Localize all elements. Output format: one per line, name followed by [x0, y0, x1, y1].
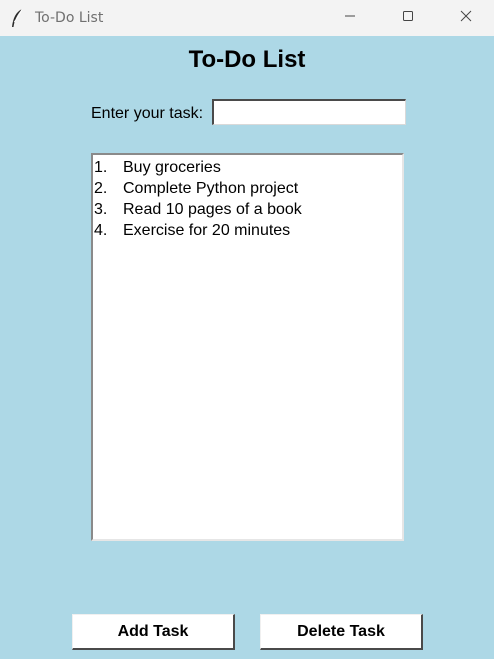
delete-task-button[interactable]: Delete Task: [260, 614, 423, 650]
maximize-icon: [402, 9, 414, 27]
list-item[interactable]: 1. Buy groceries: [94, 157, 402, 178]
add-task-button[interactable]: Add Task: [72, 614, 235, 650]
window-title: To-Do List: [35, 10, 104, 26]
app-content: To-Do List Enter your task: 1. Buy groce…: [0, 36, 494, 659]
close-button[interactable]: [438, 0, 494, 36]
minimize-button[interactable]: [322, 0, 378, 36]
close-icon: [460, 9, 472, 27]
list-item[interactable]: 4. Exercise for 20 minutes: [94, 220, 402, 241]
minimize-icon: [344, 9, 356, 27]
list-item-text: Exercise for 20 minutes: [123, 222, 291, 239]
list-item-number: 1.: [94, 159, 108, 176]
task-input[interactable]: [212, 99, 406, 125]
list-item-number: 2.: [94, 180, 108, 197]
task-entry-label: Enter your task:: [91, 105, 204, 122]
list-item-text: Complete Python project: [123, 180, 299, 197]
list-item[interactable]: 3. Read 10 pages of a book: [94, 199, 402, 220]
list-item-number: 3.: [94, 201, 108, 218]
list-item-text: Buy groceries: [123, 159, 221, 176]
maximize-button[interactable]: [380, 0, 436, 36]
list-item-text: Read 10 pages of a book: [123, 201, 302, 218]
list-item[interactable]: 2. Complete Python project: [94, 178, 402, 199]
page-title: To-Do List: [188, 46, 306, 73]
title-bar: To-Do List: [0, 0, 494, 36]
feather-icon: [10, 8, 24, 28]
list-item-number: 4.: [94, 222, 108, 239]
task-listbox[interactable]: 1. Buy groceries 2. Complete Python proj…: [91, 153, 404, 541]
